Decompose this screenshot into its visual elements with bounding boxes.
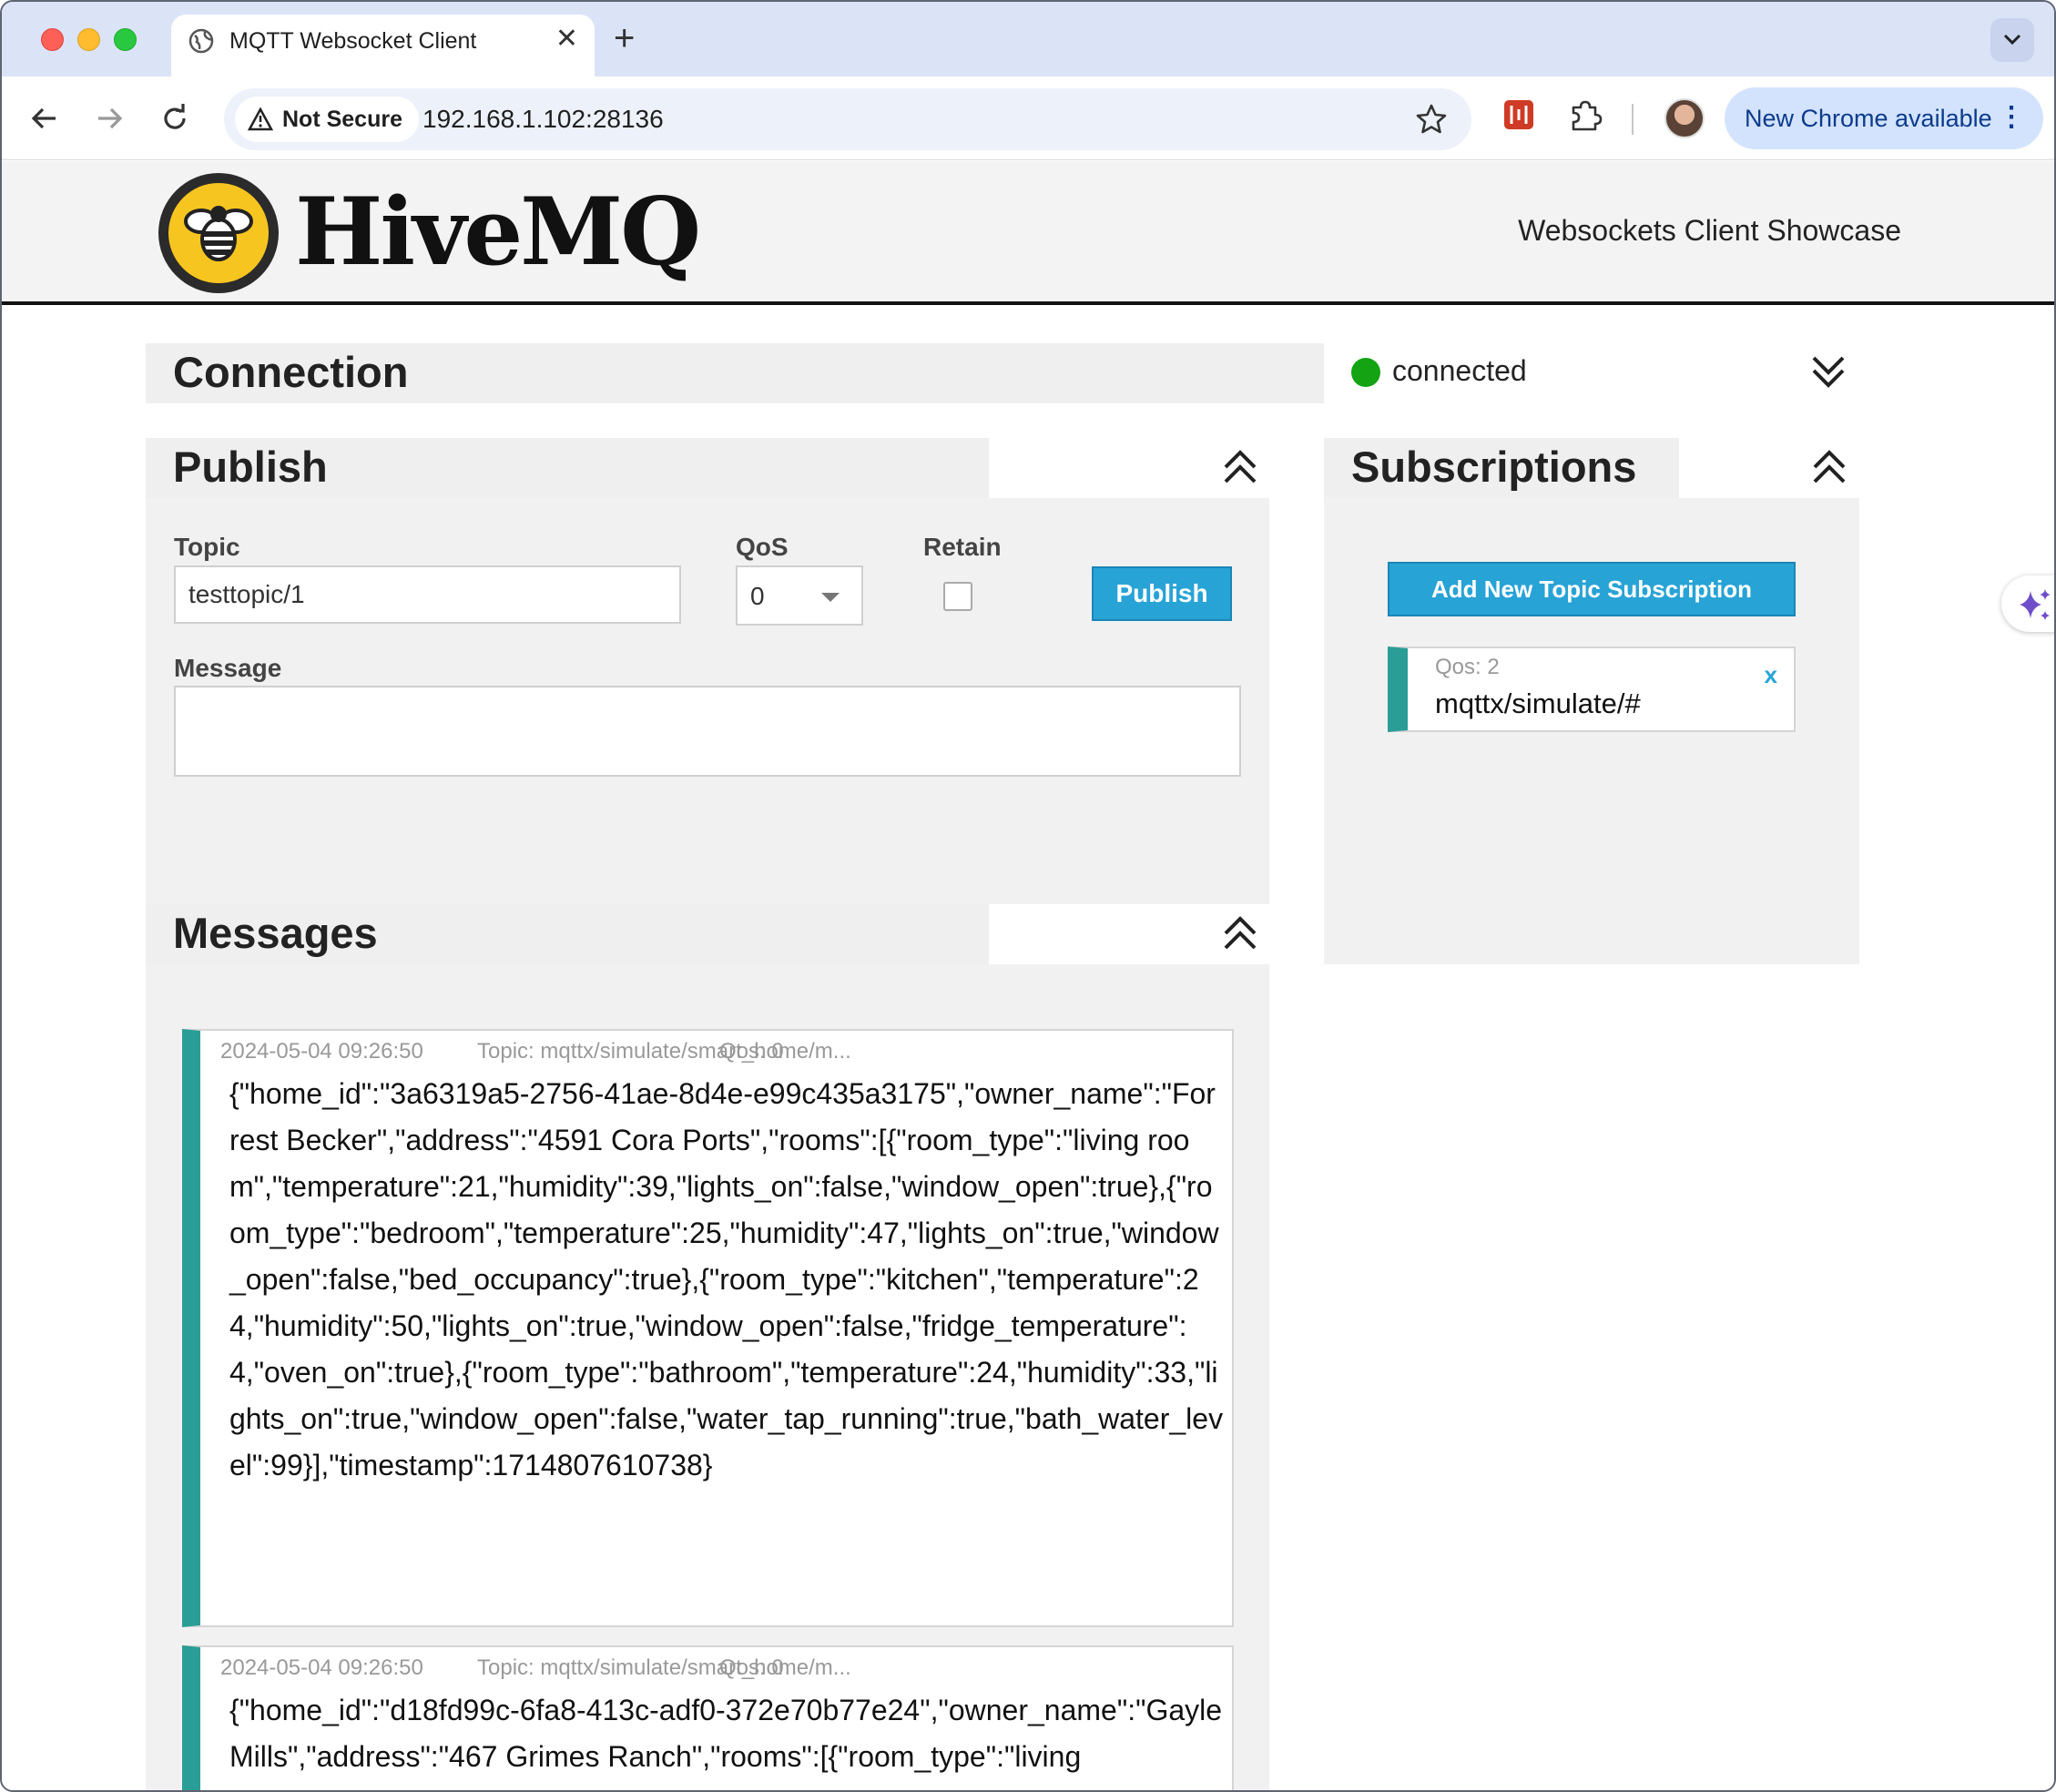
topic-input[interactable]: testtopic/1 xyxy=(174,565,681,624)
connection-title: Connection xyxy=(173,348,409,396)
add-subscription-button[interactable]: Add New Topic Subscription xyxy=(1388,562,1796,616)
publish-title: Publish xyxy=(173,443,328,491)
retain-label: Retain xyxy=(923,533,1002,561)
publish-button[interactable]: Publish xyxy=(1092,566,1232,621)
page-content: HiveMQ Websockets Client Showcase Connec… xyxy=(2,161,2054,1790)
subscription-item[interactable]: Qos: 2 mqttx/simulate/# x xyxy=(1388,647,1796,732)
double-chevron-up-icon[interactable] xyxy=(1220,447,1260,487)
message-payload: {"home_id":"d18fd99c-6fa8-413c-adf0-372e… xyxy=(229,1694,1223,1773)
message-time: 2024-05-04 09:26:50 xyxy=(220,1039,423,1064)
message-topic: Topic: mqttx/simulate/smart_home/m... xyxy=(477,1655,851,1680)
extension-red-icon[interactable] xyxy=(1502,98,1535,131)
update-label: New Chrome available xyxy=(1745,105,1992,132)
forward-icon[interactable] xyxy=(91,100,127,137)
message-payload: {"home_id":"3a6319a5-2756-41ae-8d4e-e99c… xyxy=(229,1077,1224,1481)
remove-subscription-button[interactable]: x xyxy=(1765,661,1777,688)
security-chip[interactable]: Not Secure xyxy=(235,97,419,142)
message-qos: Qos: 0 xyxy=(719,1655,784,1680)
double-chevron-down-icon[interactable] xyxy=(1808,352,1848,392)
browser-window: MQTT Websocket Client ✕ + Not Secure 192… xyxy=(0,0,2056,1792)
message-qos: Qos: 0 xyxy=(719,1039,784,1064)
qos-select[interactable]: 0 xyxy=(736,565,863,626)
message-topic: Topic: mqttx/simulate/smart_home/m... xyxy=(477,1039,851,1064)
message-item: 2024-05-04 09:26:50 Topic: mqttx/simulat… xyxy=(182,1645,1234,1790)
sparkle-icon xyxy=(2020,589,2051,620)
connection-header[interactable]: Connection xyxy=(146,343,1324,403)
subscription-topic: mqttx/simulate/# xyxy=(1435,687,1641,719)
browser-toolbar: Not Secure 192.168.1.102:28136 New Chrom… xyxy=(2,76,2054,160)
tab-bar: MQTT Websocket Client ✕ + xyxy=(2,2,2054,76)
security-label: Not Secure xyxy=(282,106,402,132)
globe-icon xyxy=(188,28,214,54)
close-tab-icon[interactable]: ✕ xyxy=(555,25,578,53)
topic-label: Topic xyxy=(174,533,240,561)
site-header: HiveMQ Websockets Client Showcase xyxy=(2,161,2054,305)
double-chevron-up-icon[interactable] xyxy=(1220,913,1260,953)
toolbar-divider xyxy=(1632,104,1634,135)
subscriptions-header[interactable]: Subscriptions xyxy=(1324,438,1679,498)
subscription-qos: Qos: 2 xyxy=(1435,655,1500,679)
ai-assistant-button[interactable] xyxy=(2001,575,2054,632)
bookmark-star-icon[interactable] xyxy=(1415,103,1448,136)
close-window-button[interactable] xyxy=(41,28,64,51)
address-bar[interactable]: Not Secure 192.168.1.102:28136 xyxy=(224,88,1471,150)
bee-icon xyxy=(184,206,253,261)
tab-title: MQTT Websocket Client xyxy=(229,28,477,54)
more-menu-icon[interactable]: ⋮ xyxy=(1998,102,2025,133)
qos-value: 0 xyxy=(750,582,765,610)
caret-down-icon xyxy=(821,593,840,602)
status-indicator xyxy=(1351,358,1380,387)
tab-mqtt-client[interactable]: MQTT Websocket Client ✕ xyxy=(171,15,595,76)
connection-status: connected xyxy=(1392,354,1527,387)
double-chevron-up-icon[interactable] xyxy=(1809,447,1849,487)
messages-header[interactable]: Messages xyxy=(146,904,989,964)
reload-icon[interactable] xyxy=(157,100,193,137)
url-text[interactable]: 192.168.1.102:28136 xyxy=(422,105,664,134)
message-item: 2024-05-04 09:26:50 Topic: mqttx/simulat… xyxy=(182,1029,1234,1627)
warning-icon xyxy=(248,107,273,131)
message-textarea[interactable] xyxy=(174,686,1241,777)
publish-header[interactable]: Publish xyxy=(146,438,989,498)
message-label: Message xyxy=(174,654,282,682)
qos-label: QoS xyxy=(736,533,789,561)
new-tab-button[interactable]: + xyxy=(614,18,635,58)
chevron-down-icon xyxy=(2003,34,2021,46)
messages-title: Messages xyxy=(173,909,378,957)
extensions-puzzle-icon[interactable] xyxy=(1568,98,1603,133)
new-chrome-available-button[interactable]: New Chrome available ⋮ xyxy=(1725,87,2043,149)
tab-search-button[interactable] xyxy=(1990,18,2034,62)
hivemq-bee-logo xyxy=(158,173,279,293)
minimize-window-button[interactable] xyxy=(77,28,100,51)
message-time: 2024-05-04 09:26:50 xyxy=(220,1655,423,1680)
retain-checkbox[interactable] xyxy=(943,582,972,611)
header-tagline: Websockets Client Showcase xyxy=(1518,214,1901,247)
profile-avatar[interactable] xyxy=(1664,98,1705,138)
back-icon[interactable] xyxy=(26,100,63,137)
maximize-window-button[interactable] xyxy=(114,28,137,51)
subscriptions-title: Subscriptions xyxy=(1351,443,1637,491)
hivemq-wordmark: HiveMQ xyxy=(295,178,701,287)
